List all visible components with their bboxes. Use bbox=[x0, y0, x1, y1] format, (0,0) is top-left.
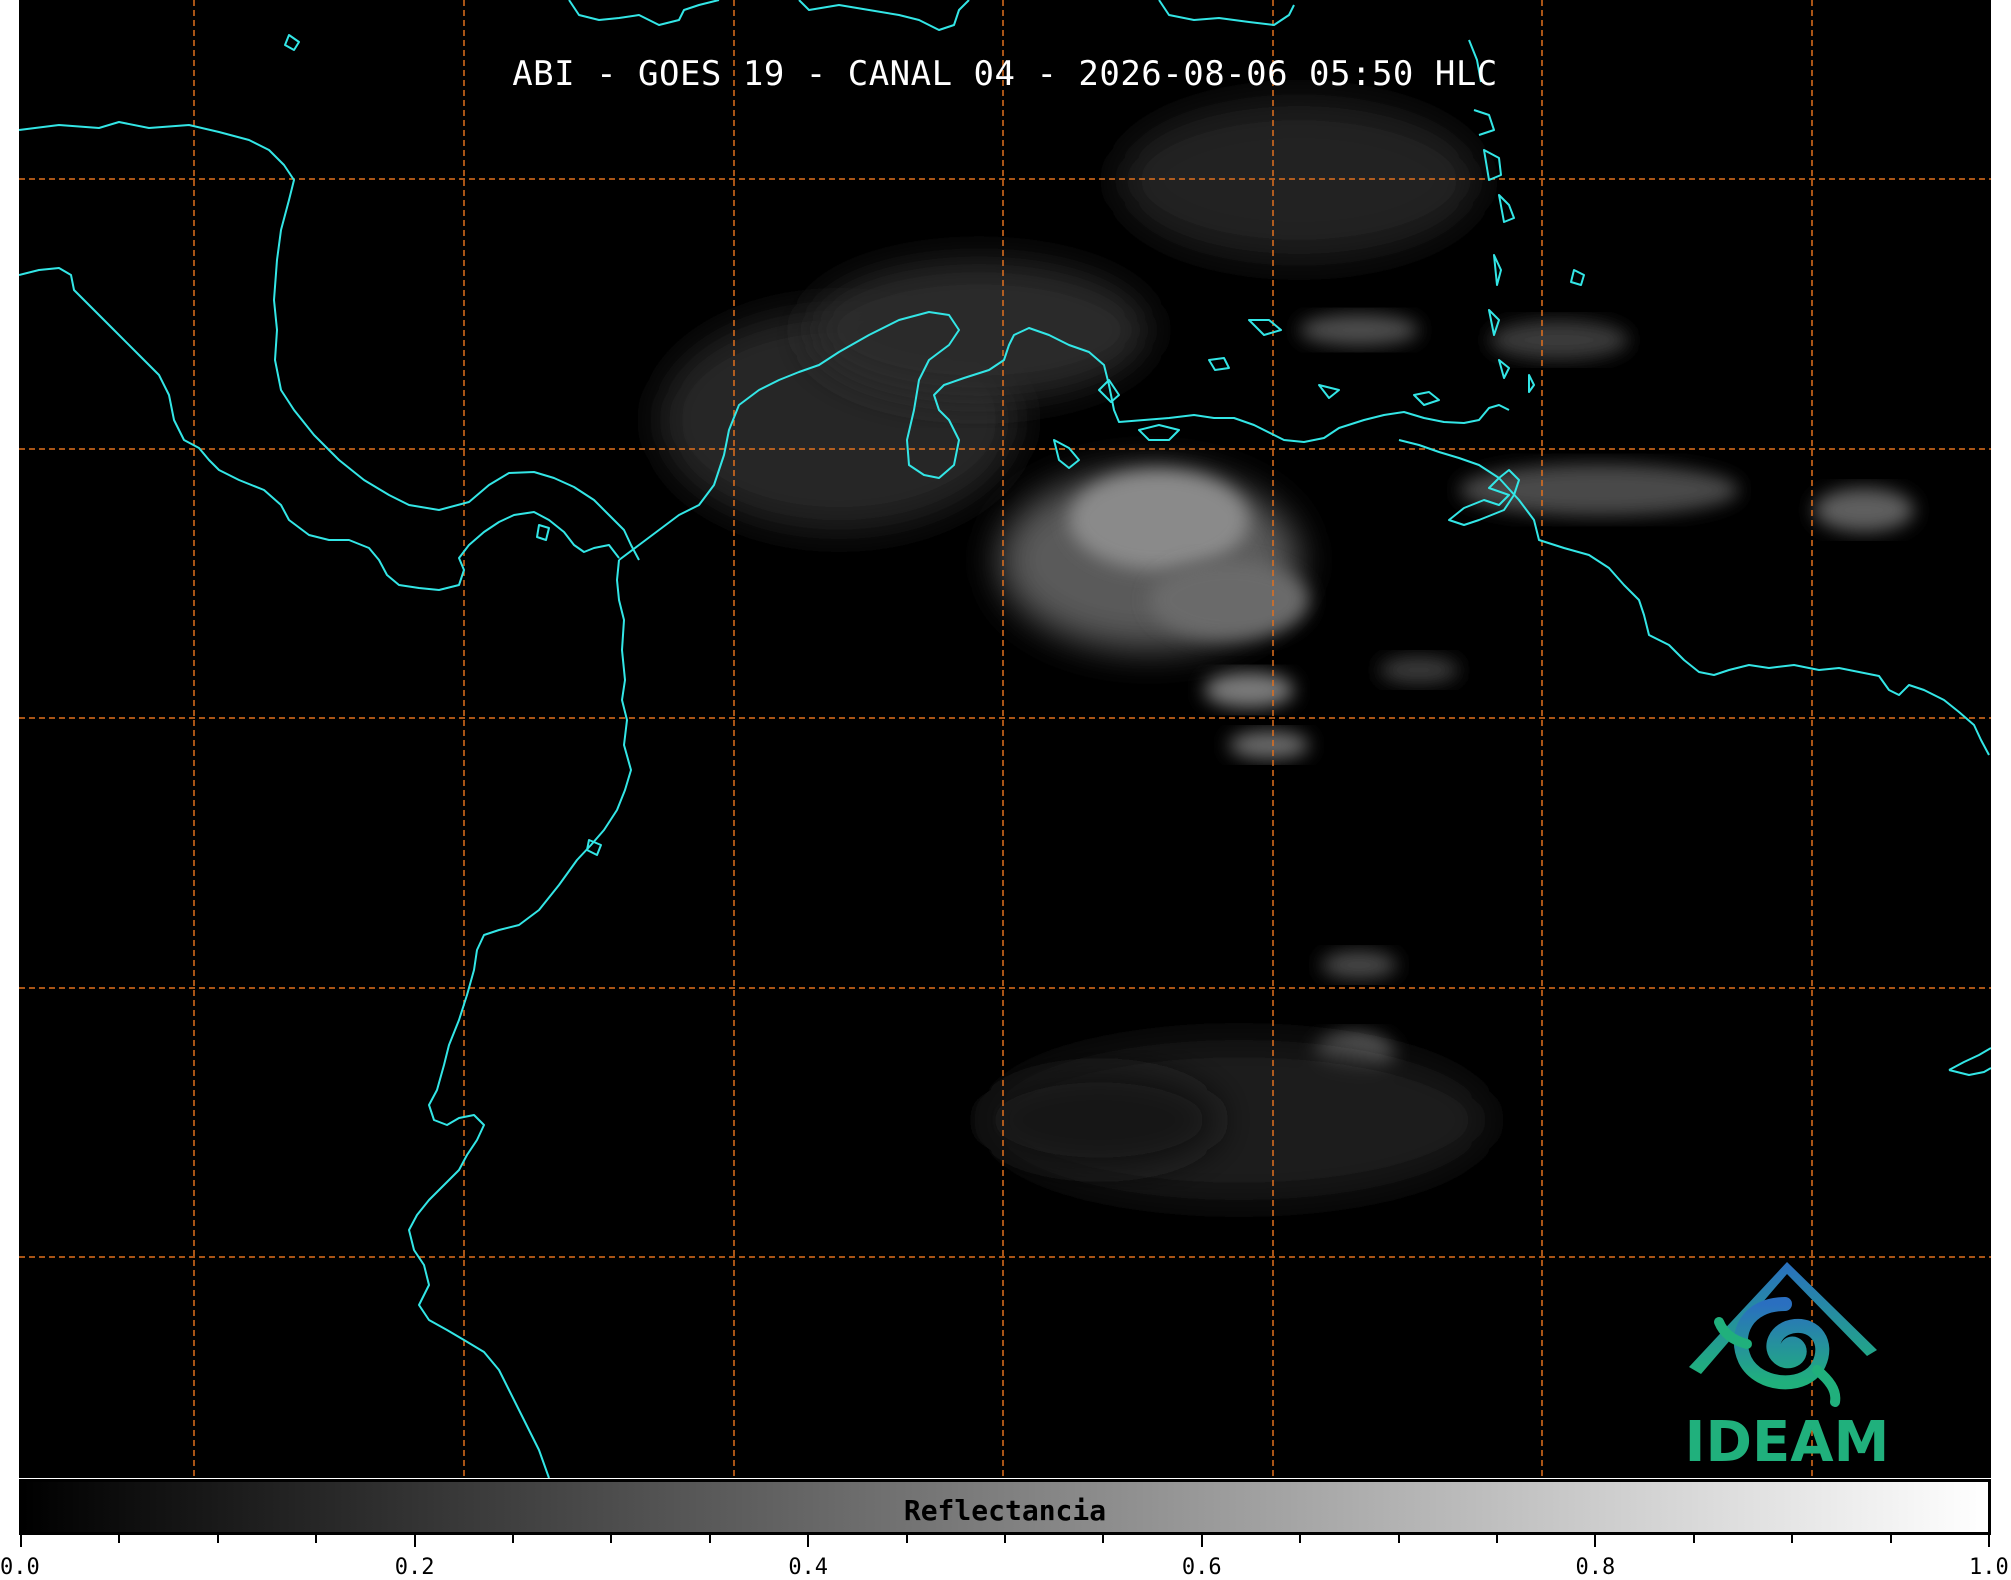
satellite-image-panel: ABI - GOES 19 - CANAL 04 - 2026-08-06 05… bbox=[19, 0, 1991, 1478]
cloud-mass bbox=[1229, 731, 1309, 759]
colorbar-tick-label: 0.0 bbox=[0, 1555, 40, 1580]
colorbar: Reflectancia bbox=[19, 1479, 1991, 1535]
yucatan-coast bbox=[19, 121, 640, 561]
colorbar-label: Reflectancia bbox=[903, 1494, 1107, 1527]
cloud-mass bbox=[1204, 672, 1294, 708]
colorbar-tick bbox=[512, 1535, 514, 1543]
cloud-mass bbox=[1299, 314, 1419, 346]
colorbar-tick bbox=[413, 1535, 416, 1547]
hispaniola-coast bbox=[798, 0, 970, 31]
cloud-mass bbox=[809, 260, 1149, 400]
colorbar-tick bbox=[708, 1535, 711, 1543]
island-outline bbox=[1413, 391, 1440, 406]
colorbar-tick bbox=[1496, 1535, 1498, 1543]
colorbar-tick-label: 0.4 bbox=[788, 1555, 829, 1580]
colorbar-tick bbox=[1594, 1535, 1597, 1547]
colorbar-tick bbox=[1299, 1535, 1302, 1543]
cloud-mass bbox=[1814, 488, 1914, 532]
colorbar-tick-label: 0.2 bbox=[394, 1555, 435, 1580]
cloud-mass bbox=[1489, 320, 1629, 360]
colorbar-tick bbox=[20, 1535, 22, 1547]
colorbar-ticks: 0.0 0.2 0.4 0.6 0.8 1.0 bbox=[0, 1535, 2011, 1580]
island-outline bbox=[1570, 269, 1585, 286]
island-outline bbox=[1138, 424, 1180, 441]
colorbar-tick bbox=[1200, 1535, 1203, 1547]
colorbar-tick bbox=[1791, 1535, 1794, 1543]
colorbar-tick bbox=[216, 1535, 219, 1543]
cloud-mass bbox=[1459, 464, 1739, 516]
east-coastline-fragment bbox=[1948, 1047, 1991, 1076]
island-outline bbox=[1248, 319, 1282, 336]
colorbar-tick bbox=[1004, 1535, 1006, 1543]
colorbar-tick bbox=[118, 1535, 121, 1543]
cloud-field bbox=[659, 100, 1914, 1200]
island-outline bbox=[1053, 439, 1080, 469]
colorbar-tick-label: 0.8 bbox=[1575, 1555, 1616, 1580]
cuba-coast bbox=[568, 0, 720, 26]
ideam-mountain-swirl-icon bbox=[1689, 1262, 1877, 1407]
cloud-mass bbox=[1149, 560, 1309, 640]
cloud-mass bbox=[1321, 951, 1397, 979]
colorbar-tick bbox=[1889, 1535, 1892, 1543]
map-title: ABI - GOES 19 - CANAL 04 - 2026-08-06 05… bbox=[512, 54, 1498, 94]
colorbar-tick bbox=[905, 1535, 908, 1543]
ideam-logo: IDEAM bbox=[1667, 1252, 1907, 1475]
colorbar-tick bbox=[1692, 1535, 1695, 1543]
island-outline bbox=[1208, 357, 1230, 371]
island-outline bbox=[284, 34, 300, 51]
island-outline bbox=[1318, 384, 1340, 399]
cloud-mass bbox=[1379, 656, 1459, 684]
cloud-mass bbox=[1069, 470, 1249, 570]
island-outline bbox=[536, 524, 550, 541]
central-america-pacific-coast bbox=[19, 267, 620, 591]
colorbar-tick bbox=[1102, 1535, 1105, 1543]
colorbar-tick bbox=[315, 1535, 318, 1543]
colorbar-tick bbox=[1988, 1535, 1990, 1547]
colorbar-tick-label: 1.0 bbox=[1969, 1555, 2009, 1580]
cloud-mass bbox=[979, 1070, 1219, 1170]
colorbar-tick-label: 0.6 bbox=[1181, 1555, 1222, 1580]
colorbar-tick bbox=[807, 1535, 810, 1547]
colorbar-tick bbox=[1397, 1535, 1400, 1543]
ideam-logo-text: IDEAM bbox=[1684, 1410, 1890, 1475]
colorbar-tick bbox=[610, 1535, 613, 1543]
colombia-pacific-coast bbox=[408, 559, 632, 1478]
cloud-mass bbox=[1119, 100, 1479, 260]
